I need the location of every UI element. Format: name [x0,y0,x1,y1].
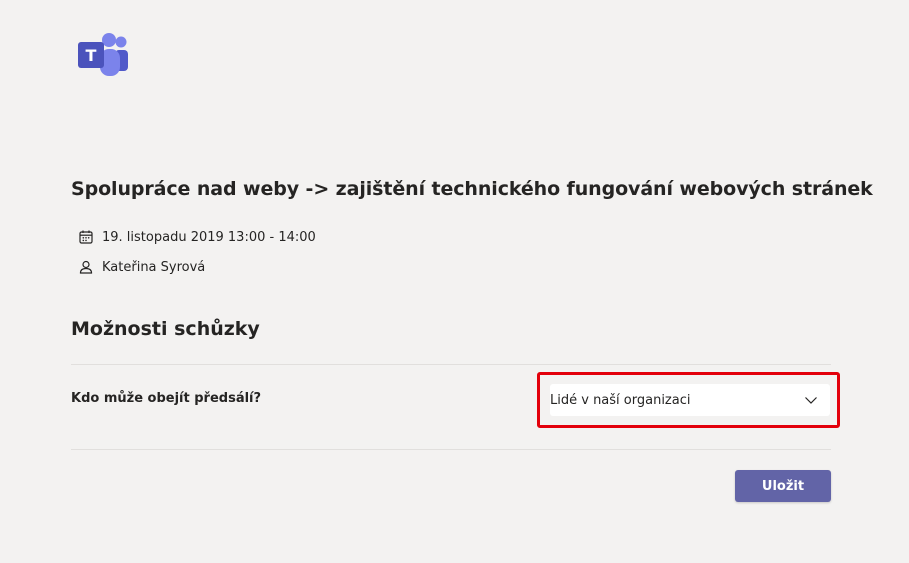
meeting-organizer-row: Kateřina Syrová [78,258,205,276]
dropdown-selected-value: Lidé v naší organizaci [550,392,691,408]
meeting-organizer: Kateřina Syrová [102,259,206,275]
svg-text:T: T [86,46,97,65]
divider [71,364,831,365]
meeting-options-title: Možnosti schůzky [71,318,260,340]
meeting-title: Spolupráce nad weby -> zajištění technic… [71,178,873,200]
divider [71,449,831,450]
lobby-bypass-label: Kdo může obejít předsálí? [71,391,262,406]
person-icon [78,259,94,275]
meeting-datetime: 19. listopadu 2019 13:00 - 14:00 [102,229,316,245]
calendar-icon [78,229,94,245]
lobby-bypass-dropdown[interactable]: Lidé v naší organizaci [550,384,830,416]
microsoft-teams-logo: T [78,32,130,78]
chevron-down-icon [804,393,818,407]
meeting-date-row: 19. listopadu 2019 13:00 - 14:00 [78,228,316,246]
save-button[interactable]: Uložit [735,470,831,502]
